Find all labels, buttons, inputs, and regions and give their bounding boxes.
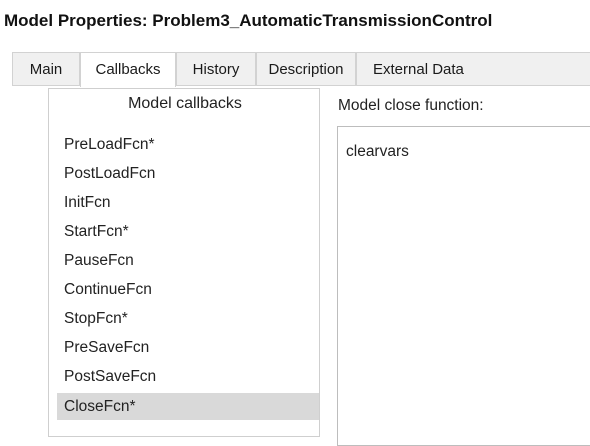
callback-item-stopfcn[interactable]: StopFcn*: [57, 305, 319, 332]
list-header: Model callbacks: [128, 95, 242, 112]
model-callbacks-list: Model callbacks PreLoadFcn* PostLoadFcn …: [48, 88, 320, 437]
callback-item-presavefcn[interactable]: PreSaveFcn: [57, 334, 319, 361]
callback-item-preloadfcn[interactable]: PreLoadFcn*: [57, 131, 319, 158]
tab-callbacks[interactable]: Callbacks: [80, 52, 176, 87]
callback-item-closefcn[interactable]: CloseFcn*: [57, 393, 319, 420]
callback-item-postsavefcn[interactable]: PostSaveFcn: [57, 363, 319, 390]
callback-item-continuefcn[interactable]: ContinueFcn: [57, 276, 319, 303]
callback-item-initfcn[interactable]: InitFcn: [57, 189, 319, 216]
tab-description[interactable]: Description: [256, 52, 356, 85]
window-title: Model Properties: Problem3_AutomaticTran…: [4, 11, 493, 30]
function-editor-textarea[interactable]: clearvars: [337, 126, 590, 446]
callback-item-postloadfcn[interactable]: PostLoadFcn: [57, 160, 319, 187]
tab-history[interactable]: History: [176, 52, 256, 85]
function-editor-label: Model close function:: [338, 97, 484, 114]
tab-strip: Main Callbacks History Description Exter…: [6, 52, 590, 87]
callback-item-startfcn[interactable]: StartFcn*: [57, 218, 319, 245]
callback-item-pausefcn[interactable]: PauseFcn: [57, 247, 319, 274]
tab-external-data[interactable]: External Data: [356, 52, 590, 85]
tab-main[interactable]: Main: [12, 52, 80, 85]
